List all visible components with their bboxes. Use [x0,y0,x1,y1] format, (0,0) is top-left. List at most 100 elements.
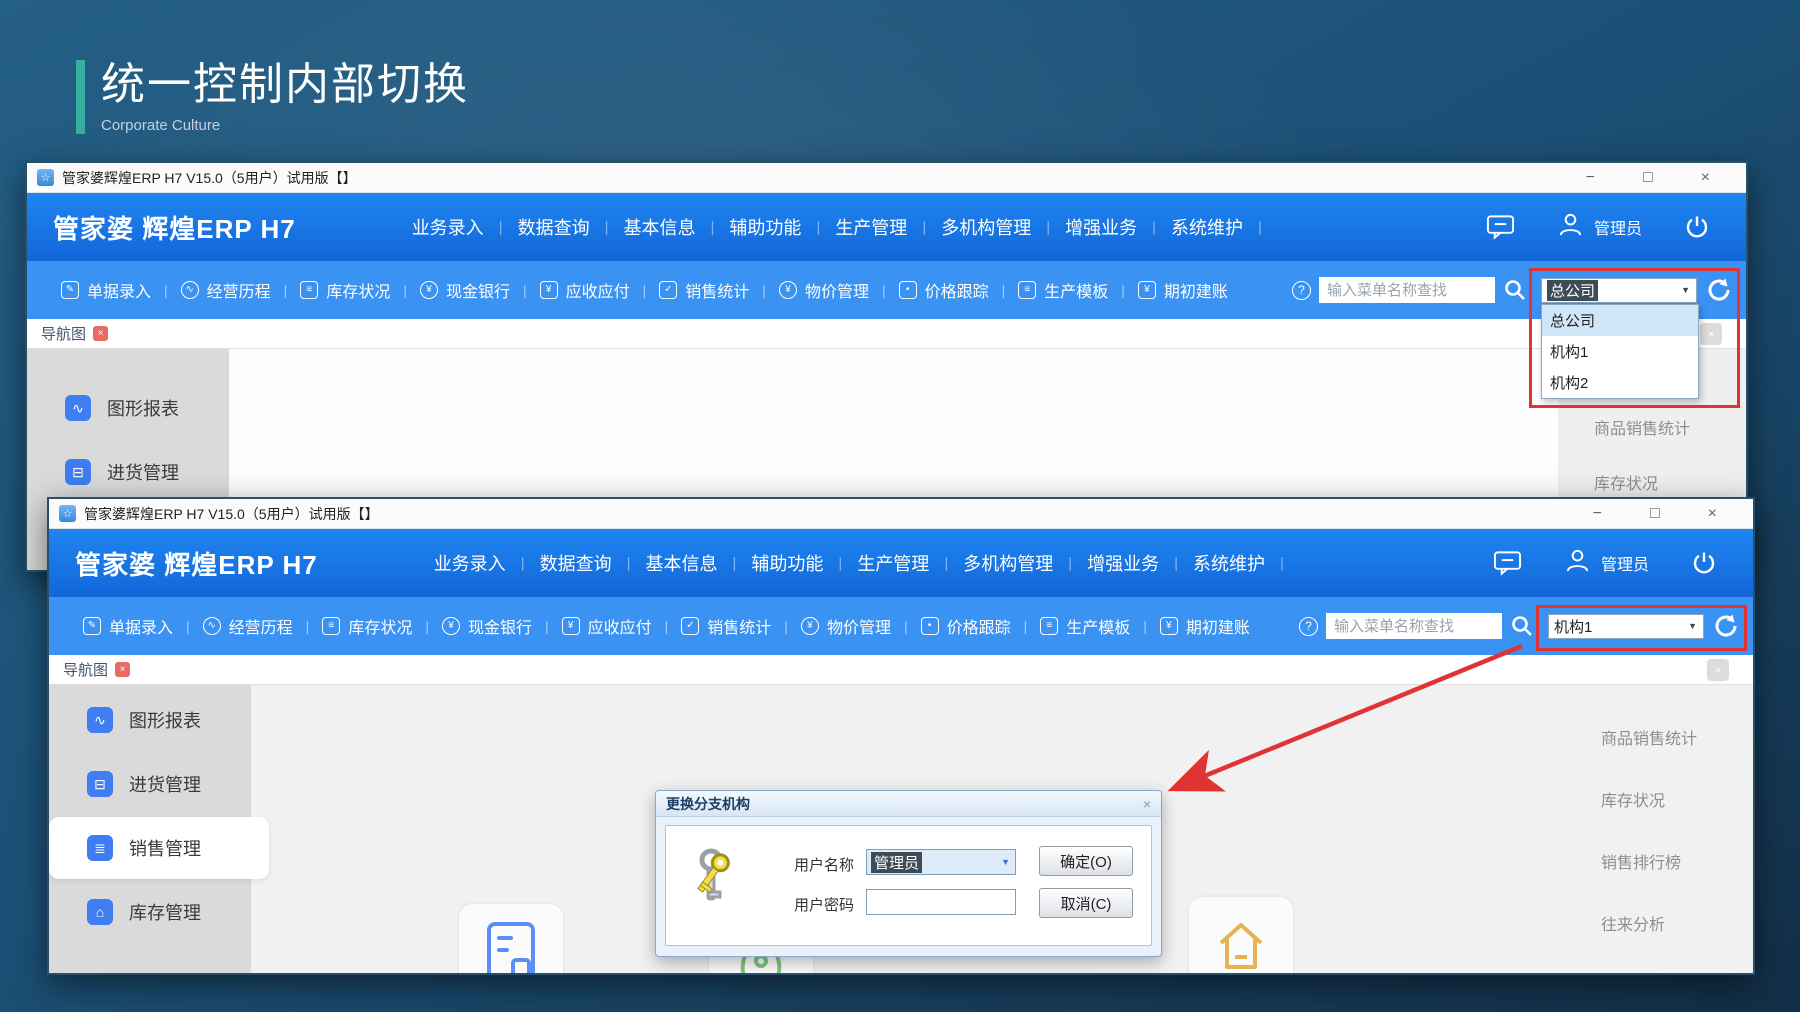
toolbar-initial-setup[interactable]: ¥期初建账 [1160,614,1250,638]
user-menu[interactable]: 管理员 [1564,547,1649,579]
link-partner-analysis[interactable]: 往来分析 [1601,911,1753,935]
menu-enhanced[interactable]: 增强业务 [1065,214,1137,240]
username-label: 用户名称 [794,854,854,875]
dialog-close-icon[interactable]: × [1143,796,1151,812]
tab-navigation-map[interactable]: 导航图 × [41,323,108,344]
toolbar-price-tracking[interactable]: •价格跟踪 [899,278,989,302]
org-select[interactable]: 机构1 ▼ [1548,614,1704,639]
menu-search-input[interactable] [1326,613,1502,639]
toolbar-label: 单据录入 [109,614,173,638]
help-icon[interactable]: ? [1299,617,1318,636]
slide-title: 统一控制内部切换 [101,60,469,111]
search-icon[interactable] [1510,614,1534,638]
power-icon[interactable] [1684,214,1710,240]
tab-label: 导航图 [41,323,86,344]
search-icon[interactable] [1503,278,1527,302]
message-icon[interactable] [1486,214,1515,240]
sidebar-item-purchasing[interactable]: ⊟ 进货管理 [49,753,251,815]
menu-multi-org[interactable]: 多机构管理 [963,550,1053,576]
menu-business-entry[interactable]: 业务录入 [434,550,506,576]
refresh-icon[interactable] [1713,613,1739,639]
org-select[interactable]: 总公司 ▼ [1541,278,1697,303]
menu-production[interactable]: 生产管理 [835,214,907,240]
message-icon[interactable] [1493,550,1522,576]
menu-data-query[interactable]: 数据查询 [518,214,590,240]
toolbar-receivable-payable[interactable]: ¥应收应付 [540,278,630,302]
tab-strip: 导航图 × × [27,319,1746,349]
toolbar-business-history[interactable]: ∿经营历程 [203,614,293,638]
org-option-head-office[interactable]: 总公司 [1542,305,1698,336]
menu-basic-info[interactable]: 基本信息 [646,550,718,576]
toolbar-label: 销售统计 [685,278,749,302]
toolbar-sales-stats[interactable]: ✓销售统计 [681,614,771,638]
menu-system-maint[interactable]: 系统维护 [1171,214,1243,240]
menu-search-input[interactable] [1319,277,1495,303]
shortcut-card-home[interactable] [1187,895,1295,975]
toolbar-production-template[interactable]: ≡生产模板 [1018,278,1108,302]
toolbar-price-tracking[interactable]: •价格跟踪 [921,614,1011,638]
link-inventory-status[interactable]: 库存状况 [1594,470,1746,494]
toolbar-cash-bank[interactable]: ¥现金银行 [420,278,510,302]
org-dropdown-list: 总公司 机构1 机构2 [1541,304,1699,399]
sidebar-item-sales[interactable]: ≣ 销售管理 [49,817,269,879]
toolbar-production-template[interactable]: ≡生产模板 [1040,614,1130,638]
org-option-branch2[interactable]: 机构2 [1542,367,1698,398]
user-menu[interactable]: 管理员 [1557,211,1642,243]
sidebar-item-purchasing[interactable]: ⊟ 进货管理 [27,441,229,503]
close-icon[interactable]: × [1701,169,1710,187]
toolbar-initial-setup[interactable]: ¥期初建账 [1138,278,1228,302]
minimize-icon[interactable]: − [1586,169,1595,187]
power-icon[interactable] [1691,550,1717,576]
toolbar-sales-stats[interactable]: ✓销售统计 [659,278,749,302]
link-product-sales-stats[interactable]: 商品销售统计 [1594,415,1746,439]
toolbar-doc-entry[interactable]: ✎单据录入 [83,614,173,638]
ok-button[interactable]: 确定(O) [1039,846,1133,876]
cancel-button[interactable]: 取消(C) [1039,888,1133,918]
window-title: 管家婆辉煌ERP H7 V15.0（5用户）试用版【】 [84,504,379,524]
maximize-icon[interactable]: □ [1650,505,1660,523]
menu-business-entry[interactable]: 业务录入 [412,214,484,240]
username-value: 管理员 [871,852,922,873]
toolbar-label: 经营历程 [229,614,293,638]
panel-close-icon[interactable]: × [1707,659,1729,681]
toolbar-price-mgmt[interactable]: ¥物价管理 [779,278,869,302]
menu-basic-info[interactable]: 基本信息 [624,214,696,240]
menu-production[interactable]: 生产管理 [857,550,929,576]
maximize-icon[interactable]: □ [1643,169,1653,187]
password-input[interactable] [866,889,1016,915]
toolbar-doc-entry[interactable]: ✎单据录入 [61,278,151,302]
toolbar-receivable-payable[interactable]: ¥应收应付 [562,614,652,638]
sidebar-item-inventory[interactable]: ⌂ 库存管理 [49,881,251,943]
toolbar-inventory-status[interactable]: ≡库存状况 [300,278,390,302]
close-icon[interactable]: × [1708,505,1717,523]
refresh-icon[interactable] [1706,277,1732,303]
business-history-icon: ∿ [181,281,199,299]
username-select[interactable]: 管理员 ▼ [866,849,1016,875]
link-sales-ranking[interactable]: 销售排行榜 [1601,849,1753,873]
toolbar-inventory-status[interactable]: ≡库存状况 [322,614,412,638]
help-icon[interactable]: ? [1292,281,1311,300]
org-option-branch1[interactable]: 机构1 [1542,336,1698,367]
menu-data-query[interactable]: 数据查询 [540,550,612,576]
panel-close-icon[interactable]: × [1700,323,1722,345]
menu-multi-org[interactable]: 多机构管理 [941,214,1031,240]
sidebar-item-graph-reports[interactable]: ∿ 图形报表 [27,377,229,439]
menu-auxiliary[interactable]: 辅助功能 [751,550,823,576]
toolbar-cash-bank[interactable]: ¥现金银行 [442,614,532,638]
toolbar-label: 生产模板 [1066,614,1130,638]
menu-system-maint[interactable]: 系统维护 [1193,550,1265,576]
toolbar-price-mgmt[interactable]: ¥物价管理 [801,614,891,638]
link-inventory-status[interactable]: 库存状况 [1601,787,1753,811]
menu-auxiliary[interactable]: 辅助功能 [729,214,801,240]
toolbar-label: 现金银行 [468,614,532,638]
minimize-icon[interactable]: − [1593,505,1602,523]
link-product-sales-stats[interactable]: 商品销售统计 [1601,725,1753,749]
toolbar-business-history[interactable]: ∿经营历程 [181,278,271,302]
tab-navigation-map[interactable]: 导航图 × [63,659,130,680]
sidebar-item-graph-reports[interactable]: ∿ 图形报表 [49,689,251,751]
menu-enhanced[interactable]: 增强业务 [1087,550,1159,576]
shortcut-card-documents[interactable] [457,902,565,975]
link-sales-cost-table[interactable]: 销售成本表 [1601,973,1753,975]
tab-close-icon[interactable]: × [115,662,130,677]
tab-close-icon[interactable]: × [93,326,108,341]
